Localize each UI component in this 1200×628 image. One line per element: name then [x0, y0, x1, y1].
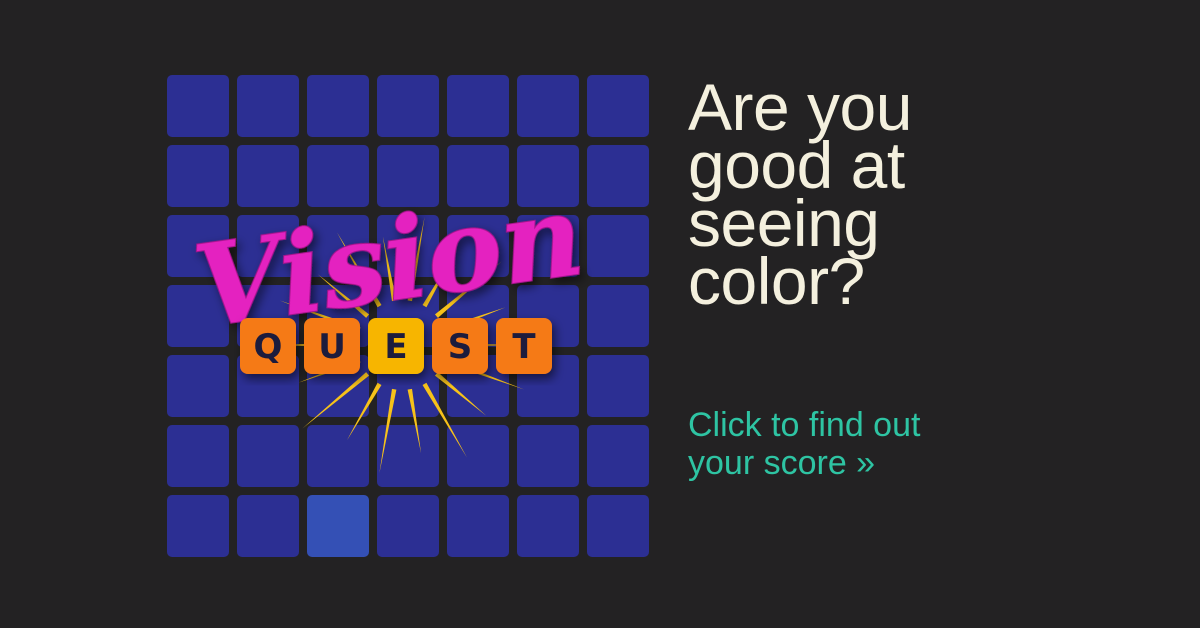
color-tile[interactable]: [237, 355, 299, 417]
color-tile[interactable]: [167, 75, 229, 137]
color-tile[interactable]: [237, 75, 299, 137]
color-tile[interactable]: [307, 355, 369, 417]
color-tile[interactable]: [377, 215, 439, 277]
color-tile[interactable]: [167, 145, 229, 207]
color-tile[interactable]: [587, 215, 649, 277]
color-tile[interactable]: [237, 495, 299, 557]
color-tile[interactable]: [447, 495, 509, 557]
color-tile[interactable]: [587, 495, 649, 557]
color-tile[interactable]: [517, 145, 579, 207]
color-tile[interactable]: [237, 145, 299, 207]
color-tile[interactable]: [517, 75, 579, 137]
color-tile[interactable]: [587, 355, 649, 417]
color-tile[interactable]: [517, 285, 579, 347]
color-tile[interactable]: [237, 285, 299, 347]
color-tile[interactable]: [377, 355, 439, 417]
color-tile[interactable]: [447, 215, 509, 277]
color-tile[interactable]: [447, 75, 509, 137]
color-tile[interactable]: [377, 75, 439, 137]
color-tile[interactable]: [307, 285, 369, 347]
color-tile[interactable]: [447, 355, 509, 417]
color-tile[interactable]: [587, 75, 649, 137]
headline: Are you good at seeing color?: [688, 74, 1108, 318]
color-tile[interactable]: [377, 285, 439, 347]
odd-color-tile[interactable]: [307, 495, 369, 557]
color-tile[interactable]: [517, 425, 579, 487]
color-tile[interactable]: [307, 215, 369, 277]
color-tile[interactable]: [167, 285, 229, 347]
color-tile[interactable]: [167, 425, 229, 487]
color-tile[interactable]: [307, 425, 369, 487]
headline-line: color?: [688, 244, 865, 318]
color-tile[interactable]: [167, 355, 229, 417]
color-tile[interactable]: [517, 215, 579, 277]
color-tile[interactable]: [587, 285, 649, 347]
color-tile[interactable]: [307, 75, 369, 137]
color-tile[interactable]: [517, 355, 579, 417]
color-tile[interactable]: [587, 145, 649, 207]
color-tile[interactable]: [377, 495, 439, 557]
color-tile-grid: [167, 75, 651, 557]
color-tile[interactable]: [167, 495, 229, 557]
color-tile[interactable]: [447, 145, 509, 207]
color-tile[interactable]: [377, 425, 439, 487]
color-tile[interactable]: [517, 495, 579, 557]
cta-line: Click to find out: [688, 406, 921, 444]
find-score-link[interactable]: Click to find out your score »: [688, 406, 1048, 482]
color-tile[interactable]: [447, 285, 509, 347]
color-tile[interactable]: [447, 425, 509, 487]
color-tile[interactable]: [237, 425, 299, 487]
cta-line: your score »: [688, 444, 876, 482]
promo-banner[interactable]: Vision QUEST Are you good at seeing colo…: [0, 0, 1200, 628]
color-tile[interactable]: [587, 425, 649, 487]
color-tile[interactable]: [377, 145, 439, 207]
color-tile[interactable]: [307, 145, 369, 207]
color-tile[interactable]: [237, 215, 299, 277]
color-tile[interactable]: [167, 215, 229, 277]
